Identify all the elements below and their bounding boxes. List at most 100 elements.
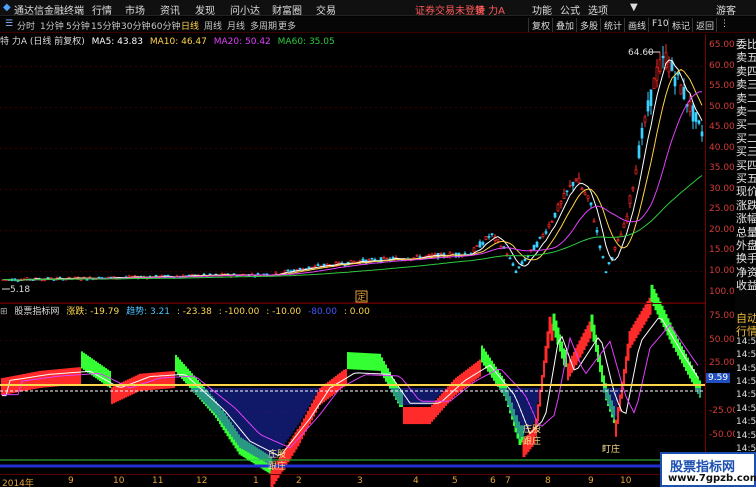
candle-body	[313, 265, 317, 268]
quote-side-panel: 委比 卖五 卖四 卖三 卖二 卖一 买一 买二 买三 买四 买五 现价 涨跌 涨幅 总量 外盘 换手 净资 收益 自动…	[735, 34, 756, 487]
genzhuang-label-2: 跟庄	[523, 435, 541, 447]
candle-body	[691, 105, 695, 122]
candle-body	[631, 186, 635, 190]
candle-body	[496, 239, 500, 242]
candle-body	[571, 181, 575, 187]
price-tick: 25.00	[709, 204, 735, 214]
candle-body	[274, 271, 278, 274]
price-tick: 20.00	[709, 224, 735, 235]
price-tick: 65.00	[709, 40, 735, 50]
chart-annotations: 64.605.18定庄股跟庄庄股跟庄盯庄	[2, 48, 660, 472]
quote-panel-row: 14:50	[736, 363, 756, 374]
candle-body	[463, 252, 467, 255]
candle-body	[286, 269, 290, 272]
price-tick: 35.00	[709, 163, 735, 173]
genzhuang-label: 跟庄	[268, 460, 286, 472]
candle-body	[487, 236, 491, 238]
price-tick: 40.00	[709, 142, 735, 153]
candle-body	[190, 274, 194, 276]
candle-body	[472, 247, 476, 253]
candle-body	[643, 116, 647, 123]
moving-average-lines	[3, 59, 703, 281]
candle-body	[667, 61, 671, 73]
ma5-line	[3, 59, 703, 281]
indicator-v2: : -100.00	[218, 307, 260, 317]
candle-body	[538, 236, 542, 239]
candle-body	[547, 223, 551, 228]
candle-body	[628, 195, 632, 204]
price-tick: 15.00	[709, 245, 735, 255]
candle-body	[550, 221, 554, 223]
candle-body	[544, 231, 548, 234]
candle-body	[634, 169, 638, 175]
candle-body	[622, 223, 626, 228]
kline-chart-area[interactable]: 64.605.18定庄股跟庄庄股跟庄盯庄	[0, 0, 705, 487]
candle-body	[415, 254, 419, 257]
ma10-line	[3, 68, 703, 281]
candle-body	[514, 270, 518, 274]
date-tick: 2	[296, 476, 302, 486]
date-tick: 5	[452, 476, 458, 486]
candle-body	[598, 245, 602, 249]
candle-body	[625, 215, 629, 222]
date-tick: 10	[113, 476, 125, 486]
date-tick: 9	[68, 476, 74, 486]
indicator-settings-icon[interactable]: ⊞	[0, 307, 8, 317]
candle-body	[637, 145, 641, 159]
osc-tick: 75.00	[709, 310, 735, 321]
quote-panel-row: 14:50	[736, 377, 756, 387]
candle-body	[484, 236, 488, 241]
price-tick: 30.00	[709, 183, 735, 194]
candle-body	[682, 87, 686, 100]
price-tick: 55.00	[709, 81, 735, 91]
candle-body	[562, 193, 566, 199]
candle-body	[475, 244, 479, 247]
candle-body	[676, 72, 680, 76]
date-tick: 8	[545, 476, 551, 486]
candle-body	[694, 112, 698, 122]
candle-body	[481, 242, 485, 245]
candle-body	[478, 241, 482, 248]
osc-slow-line	[2, 323, 699, 449]
candle-body	[508, 257, 512, 260]
indicator-v4: -80.00	[307, 307, 337, 317]
date-tick: 3	[357, 476, 363, 486]
candle-body	[697, 120, 701, 124]
high-price-label: 64.60	[628, 48, 654, 58]
osc-tick: 25.00	[709, 358, 735, 369]
candle-body	[565, 190, 569, 193]
candle-body	[517, 266, 521, 269]
indicator-v1: : -23.38	[176, 307, 212, 317]
date-axis: 2014年91011121234567891011	[0, 474, 705, 487]
candle-body	[580, 187, 584, 190]
candle-body	[700, 131, 704, 137]
candle-body	[661, 55, 665, 59]
candle-body	[523, 258, 527, 262]
date-tick: 4	[413, 476, 419, 486]
candle-body	[559, 201, 563, 205]
quote-panel-row: 14:50	[736, 336, 756, 347]
ma20-line	[3, 91, 703, 281]
candle-body	[583, 192, 587, 196]
guest-user[interactable]: 游客	[716, 2, 736, 17]
candle-body	[541, 234, 545, 237]
indicator-header: ⊞ 股票指标网 涨跌: -19.79 趋势: 3.21 : -23.38 : -…	[0, 303, 705, 317]
date-tick: 2014年	[2, 479, 34, 487]
candle-body	[439, 252, 443, 255]
candle-body	[568, 184, 572, 187]
price-tick: 50.00	[709, 101, 735, 112]
price-tick: 60.00	[709, 60, 735, 71]
candle-body	[574, 178, 578, 181]
watermark-logo: 股票指标网 www.7gpzb.com	[660, 452, 756, 487]
candle-body	[316, 264, 320, 266]
dingzhuang-label: 盯庄	[602, 443, 620, 455]
candle-body	[649, 89, 653, 107]
indicator-title[interactable]: 股票指标网	[14, 307, 59, 317]
osc-tick: 50.00	[709, 334, 735, 345]
candle-body	[658, 59, 662, 72]
candle-body	[382, 257, 386, 259]
candle-body	[556, 204, 560, 212]
candle-body	[370, 257, 374, 260]
tool-extra-icon[interactable]: ⋮	[716, 18, 732, 32]
zhuangzhen-label-2: 庄股	[523, 423, 541, 435]
